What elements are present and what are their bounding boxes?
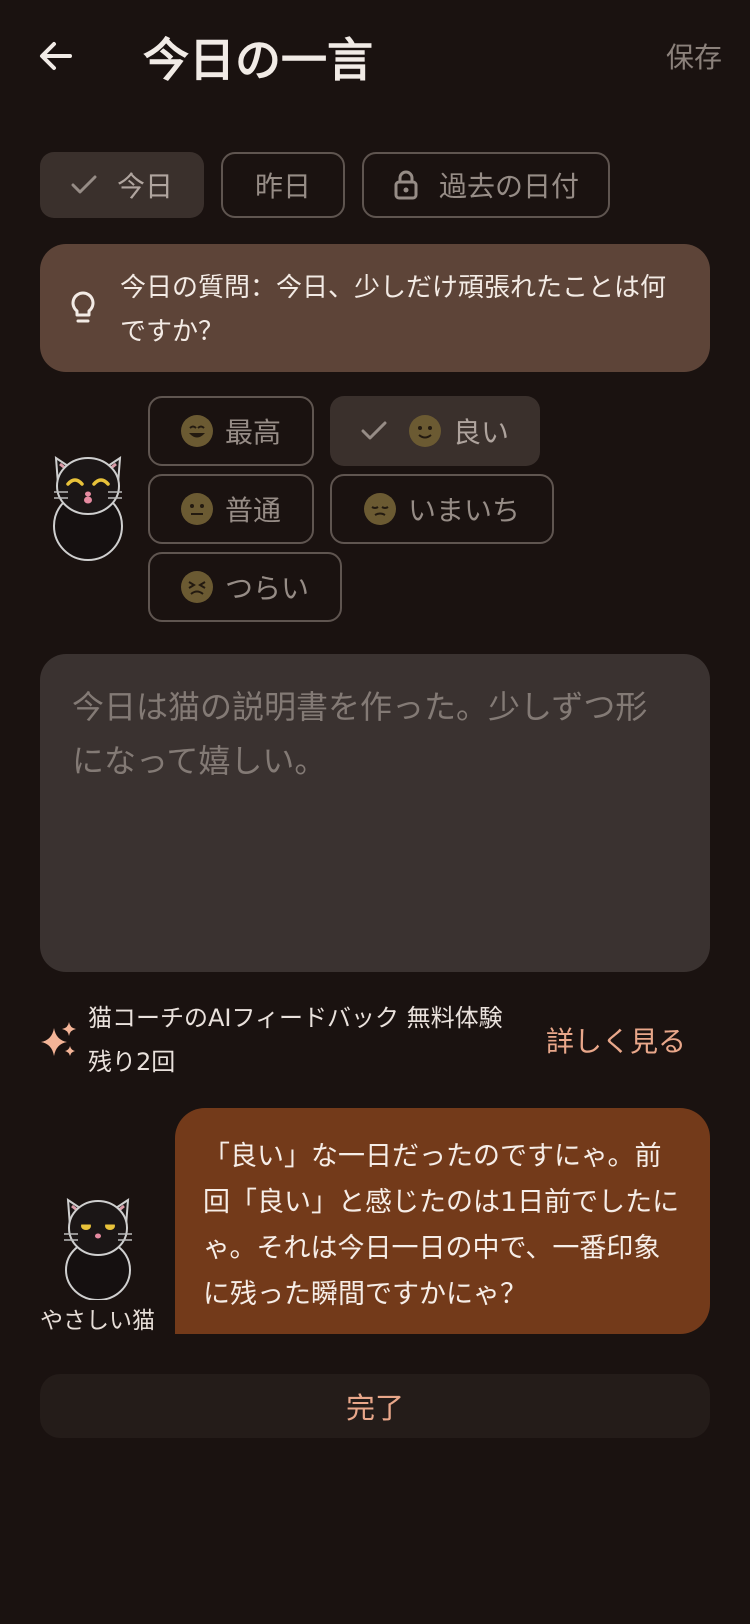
back-button[interactable] <box>30 30 82 82</box>
tab-yesterday[interactable]: 昨日 <box>221 152 345 218</box>
ai-feedback-title: 猫コーチのAIフィードバック 無料体験 <box>88 1004 503 1032</box>
tab-past-dates[interactable]: 過去の日付 <box>362 152 610 218</box>
tab-yesterday-label: 昨日 <box>254 170 311 203</box>
ai-feedback-trial-info: 猫コーチのAIフィードバック 無料体験 残り2回 <box>88 996 528 1084</box>
daily-question-card: 今日の質問：今日、少しだけ頑張れたことは何ですか？ <box>40 244 710 372</box>
cat-message-text: 「良い」な一日だったのですにゃ。前回「良い」と感じたのは1日前でしたにゃ。それは… <box>203 1141 680 1310</box>
neutral-face-icon <box>180 493 213 525</box>
ai-feedback-remaining: 残り2回 <box>88 1048 176 1076</box>
details-link[interactable]: 詳しく見る <box>546 1020 686 1064</box>
mood-so-so-label: いまいち <box>407 494 520 527</box>
slightly-smiling-face-icon <box>408 415 441 447</box>
sparkle-icon <box>40 1020 78 1064</box>
page-title: 今日の一言 <box>143 33 373 87</box>
cat-name-label: やさしい猫 <box>40 1308 155 1334</box>
mood-best[interactable]: 最高 <box>148 396 314 466</box>
lightbulb-icon <box>68 290 98 330</box>
happy-cat-avatar <box>44 448 140 568</box>
cat-message-bubble: 「良い」な一日だったのですにゃ。前回「良い」と感じたのは1日前でしたにゃ。それは… <box>175 1108 710 1334</box>
tab-today[interactable]: 今日 <box>40 152 204 218</box>
mood-hard[interactable]: つらい <box>148 552 342 622</box>
grinning-face-icon <box>180 415 213 447</box>
check-icon <box>361 421 387 441</box>
daily-question-text: 今日の質問：今日、少しだけ頑張れたことは何ですか？ <box>120 273 667 347</box>
mood-normal[interactable]: 普通 <box>148 474 314 544</box>
mood-normal-label: 普通 <box>224 494 281 527</box>
check-icon <box>71 175 97 195</box>
done-button[interactable]: 完了 <box>40 1374 710 1438</box>
mood-good[interactable]: 良い <box>330 396 540 466</box>
lock-icon <box>393 169 419 201</box>
save-button[interactable]: 保存 <box>666 36 722 80</box>
pensive-face-icon <box>363 493 396 525</box>
mood-best-label: 最高 <box>224 416 281 449</box>
journal-textarea[interactable] <box>40 654 710 972</box>
tab-past-dates-label: 過去の日付 <box>438 170 579 203</box>
arrow-left-icon <box>40 42 72 70</box>
gentle-cat-avatar <box>58 1190 148 1304</box>
mood-good-label: 良い <box>452 416 509 449</box>
mood-so-so[interactable]: いまいち <box>330 474 554 544</box>
tab-today-label: 今日 <box>116 170 173 203</box>
persevering-face-icon <box>180 571 213 603</box>
mood-hard-label: つらい <box>224 572 309 605</box>
